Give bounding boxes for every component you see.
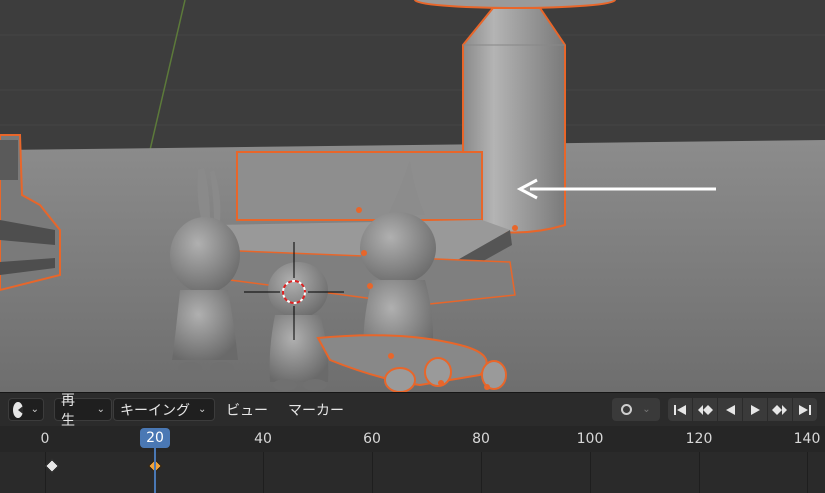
play-icon xyxy=(751,404,760,415)
timeline-header: ⌄ 再生 ⌄ キーイング ⌄ ビュー マーカー ⌄ xyxy=(0,392,825,429)
transport-controls xyxy=(668,398,817,421)
chevron-down-icon: ⌄ xyxy=(96,404,105,415)
ruler-tick: 140 xyxy=(793,431,821,447)
prev-keyframe-icon xyxy=(698,404,713,415)
chevron-down-icon: ⌄ xyxy=(30,404,39,415)
playhead-line[interactable] xyxy=(154,448,156,493)
keyframe-marker[interactable] xyxy=(44,458,60,474)
marker-menu[interactable]: マーカー xyxy=(286,398,346,421)
next-keyframe-button[interactable] xyxy=(768,398,793,421)
playback-label: 再生 xyxy=(61,392,75,429)
box-object[interactable] xyxy=(213,151,516,306)
frame-gridline xyxy=(590,452,591,493)
3d-viewport[interactable] xyxy=(0,0,825,392)
view-label: ビュー xyxy=(226,402,268,419)
marker-label: マーカー xyxy=(288,402,344,419)
frame-gridline xyxy=(481,452,482,493)
clock-icon xyxy=(13,401,23,418)
prev-keyframe-button[interactable] xyxy=(693,398,718,421)
frame-gridline xyxy=(807,452,808,493)
playback-menu[interactable]: 再生 ⌄ xyxy=(54,393,112,429)
keyframe-area[interactable] xyxy=(0,452,825,493)
play-button[interactable] xyxy=(743,398,768,421)
jump-start-icon xyxy=(674,404,686,415)
frame-ruler[interactable]: 0 20 40 60 80 100 120 140 xyxy=(0,426,825,452)
frame-gridline xyxy=(45,452,46,493)
ruler-tick: 100 xyxy=(576,431,604,447)
next-keyframe-icon xyxy=(772,404,787,415)
jump-start-button[interactable] xyxy=(668,398,693,421)
current-frame-indicator[interactable]: 20 xyxy=(140,428,170,448)
keying-menu[interactable]: キーイング ⌄ xyxy=(113,398,215,421)
ruler-tick: 40 xyxy=(254,431,272,447)
frame-gridline xyxy=(699,452,700,493)
ruler-tick: 120 xyxy=(685,431,713,447)
jump-end-button[interactable] xyxy=(793,398,817,421)
chevron-down-icon: ⌄ xyxy=(642,404,651,415)
record-icon xyxy=(621,404,633,415)
frame-gridline xyxy=(263,452,264,493)
auto-keying-toggle[interactable]: ⌄ xyxy=(612,398,660,421)
ruler-tick: 0 xyxy=(40,431,50,447)
play-reverse-icon xyxy=(726,404,735,415)
chevron-down-icon: ⌄ xyxy=(198,404,207,415)
keying-label: キーイング xyxy=(120,402,190,419)
ruler-tick: 80 xyxy=(472,431,490,447)
jump-end-icon xyxy=(799,404,811,415)
viewport-background xyxy=(0,0,825,150)
view-menu[interactable]: ビュー xyxy=(224,398,270,421)
frame-gridline xyxy=(372,452,373,493)
play-reverse-button[interactable] xyxy=(718,398,743,421)
ruler-tick: 60 xyxy=(363,431,381,447)
editor-type-button[interactable]: ⌄ xyxy=(8,398,44,421)
